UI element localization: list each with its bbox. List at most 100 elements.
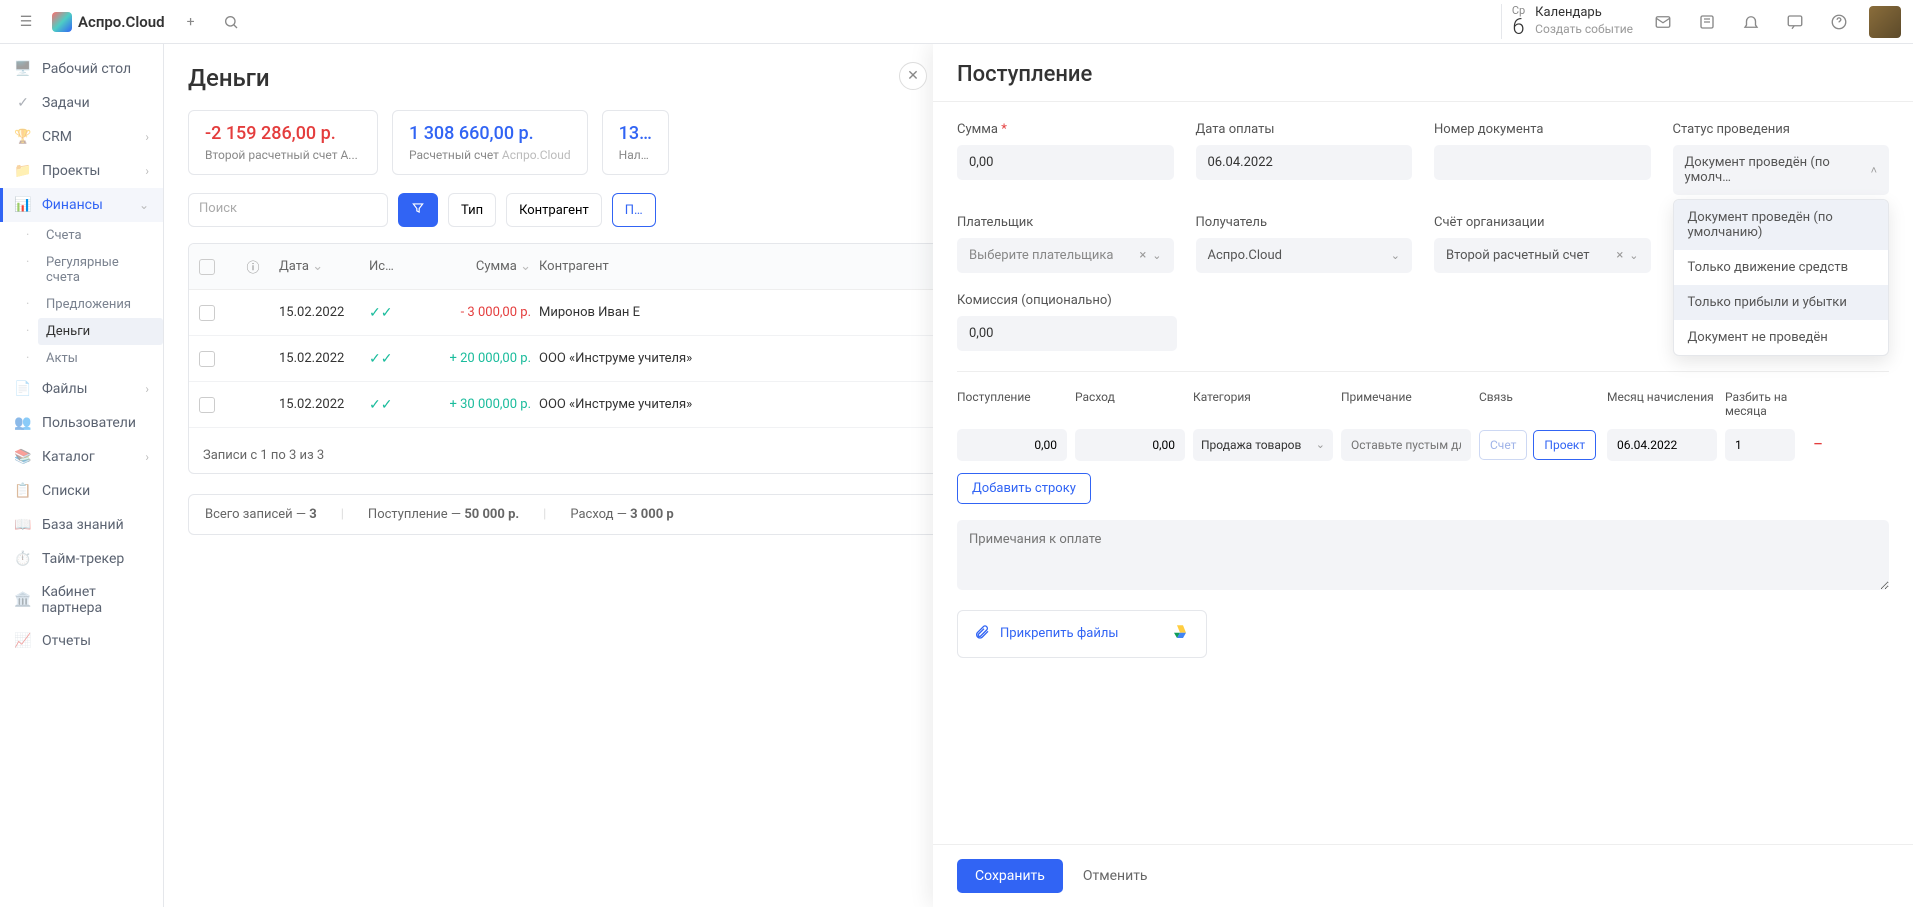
calendar-title: Календарь: [1535, 5, 1633, 22]
sidebar-item-reports[interactable]: 📈Отчеты: [0, 624, 163, 658]
card-subtitle: Расчетный счет Аспро.Cloud: [409, 148, 571, 162]
topbar: ☰ Аспро.Cloud + Ср 6 Календарь Создать с…: [0, 0, 1913, 44]
status-icon: ✓✓: [369, 305, 429, 321]
split-col-accrual: Месяц начисления: [1607, 390, 1717, 419]
sidebar-item-files[interactable]: 📄Файлы›: [0, 372, 163, 406]
sidebar-item-finance[interactable]: 📊Финансы⌄: [0, 188, 163, 222]
sidebar-item-desktop[interactable]: 🖥️Рабочий стол: [0, 52, 163, 86]
add-row-button[interactable]: Добавить строку: [957, 473, 1091, 504]
plus-icon[interactable]: +: [177, 8, 205, 36]
menu-toggle-icon[interactable]: ☰: [12, 8, 40, 36]
close-icon[interactable]: ✕: [899, 62, 927, 90]
payment-date-input[interactable]: [1196, 145, 1413, 180]
calendar-subtitle: Создать событие: [1535, 22, 1633, 38]
card-subtitle: Нал…: [619, 148, 652, 162]
status-label: Статус проведения: [1673, 122, 1890, 137]
split-col-note: Примечание: [1341, 390, 1471, 419]
save-button[interactable]: Сохранить: [957, 859, 1063, 893]
dropdown-option[interactable]: Документ проведён (по умолчанию): [1674, 200, 1889, 250]
cancel-button[interactable]: Отменить: [1083, 868, 1148, 884]
balance-card[interactable]: -2 159 286,00 р. Второй расчетный счет А…: [188, 110, 378, 175]
org-account-label: Счёт организации: [1434, 215, 1651, 230]
balance-card[interactable]: 1 308 660,00 р. Расчетный счет Аспро.Clo…: [392, 110, 588, 175]
col-source[interactable]: Ис…: [369, 259, 429, 274]
chevron-down-icon: ⌄: [1391, 249, 1400, 262]
sidebar-item-tasks[interactable]: ✓Задачи: [0, 86, 163, 120]
type-filter[interactable]: Тип: [448, 193, 496, 227]
row-checkbox[interactable]: [199, 397, 215, 413]
avatar[interactable]: [1869, 6, 1901, 38]
help-icon[interactable]: [1825, 8, 1853, 36]
google-drive-icon[interactable]: [1170, 623, 1190, 645]
split-expense-input[interactable]: [1075, 429, 1185, 461]
dropdown-option[interactable]: Документ не проведён: [1674, 320, 1889, 355]
sidebar-item-timetracker[interactable]: ⏱️Тайм-трекер: [0, 542, 163, 576]
receiver-label: Получатель: [1196, 215, 1413, 230]
col-amount[interactable]: Сумма ⌄: [429, 259, 539, 274]
chevron-down-icon: ⌄: [1152, 249, 1161, 262]
org-account-select[interactable]: Второй расчетный счет ×⌄: [1434, 238, 1651, 273]
sidebar-item-lists[interactable]: 📋Списки: [0, 474, 163, 508]
clear-icon[interactable]: ×: [1616, 248, 1623, 263]
bell-icon[interactable]: [1737, 8, 1765, 36]
commission-input[interactable]: [957, 316, 1177, 351]
receiver-select[interactable]: Аспро.Cloud ⌄: [1196, 238, 1413, 273]
sidebar-item-knowledge[interactable]: 📖База знаний: [0, 508, 163, 542]
sidebar-subitem-money[interactable]: Деньги: [38, 318, 163, 345]
chevron-right-icon: ›: [145, 164, 149, 178]
split-accrual-input[interactable]: [1607, 429, 1717, 461]
split-category-select[interactable]: Продажа товаров⌄: [1193, 429, 1333, 461]
status-dropdown: Документ проведён (по умолчанию) Только …: [1673, 199, 1890, 356]
sidebar-subitem-acts[interactable]: Акты: [38, 345, 163, 372]
link-invoice-button[interactable]: Счет: [1479, 430, 1527, 460]
sidebar-item-projects[interactable]: 📁Проекты›: [0, 154, 163, 188]
col-date[interactable]: Дата ⌄: [279, 259, 369, 274]
dropdown-option[interactable]: Только движение средств: [1674, 250, 1889, 285]
chat-icon[interactable]: [1781, 8, 1809, 36]
attach-files[interactable]: Прикрепить файлы: [957, 610, 1207, 658]
note-icon[interactable]: [1693, 8, 1721, 36]
row-checkbox[interactable]: [199, 305, 215, 321]
link-project-button[interactable]: Проект: [1533, 430, 1596, 460]
dropdown-option[interactable]: Только прибыли и убытки: [1674, 285, 1889, 320]
sidebar-item-partner[interactable]: 🏛️Кабинет партнера: [0, 576, 163, 624]
sidebar-item-users[interactable]: 👥Пользователи: [0, 406, 163, 440]
search-input[interactable]: Поиск: [188, 193, 388, 227]
period-filter[interactable]: П…: [612, 193, 656, 227]
col-counterparty[interactable]: Контрагент: [539, 259, 719, 274]
chevron-right-icon: ›: [145, 130, 149, 144]
sidebar-subitem-recurring[interactable]: Регулярные счета: [38, 249, 163, 291]
calendar-widget[interactable]: Ср 6 Календарь Создать событие: [1501, 4, 1633, 39]
status-select[interactable]: Документ проведён (по умолч… ˄ Документ …: [1673, 145, 1890, 195]
amount-input[interactable]: [957, 145, 1174, 180]
app-logo[interactable]: Аспро.Cloud: [52, 12, 165, 32]
counterparty-filter[interactable]: Контрагент: [506, 193, 602, 227]
status-icon: ✓✓: [369, 351, 429, 367]
card-subtitle: Второй расчетный счет А...: [205, 148, 361, 162]
select-all-checkbox[interactable]: [199, 259, 215, 275]
sidebar-subitem-invoices[interactable]: Счета: [38, 222, 163, 249]
info-icon: ⓘ: [239, 253, 267, 281]
sidebar-item-crm[interactable]: 🏆CRM›: [0, 120, 163, 154]
row-checkbox[interactable]: [199, 351, 215, 367]
payer-select[interactable]: Выберите плательщика ×⌄: [957, 238, 1174, 273]
search-icon[interactable]: [217, 8, 245, 36]
sidebar: 🖥️Рабочий стол ✓Задачи 🏆CRM› 📁Проекты› 📊…: [0, 44, 164, 907]
filter-button[interactable]: [398, 193, 438, 227]
balance-card[interactable]: 13… Нал…: [602, 110, 669, 175]
mail-icon[interactable]: [1649, 8, 1677, 36]
split-income-input[interactable]: [957, 429, 1067, 461]
app-name: Аспро.Cloud: [78, 13, 165, 31]
split-note-input[interactable]: [1341, 429, 1471, 461]
notes-textarea[interactable]: [957, 520, 1889, 590]
main-content: Деньги -2 159 286,00 р. Второй расчетный…: [164, 44, 1913, 907]
remove-row-icon[interactable]: −: [1803, 434, 1833, 455]
sidebar-item-catalog[interactable]: 📚Каталог›: [0, 440, 163, 474]
clear-icon[interactable]: ×: [1139, 248, 1146, 263]
chevron-down-icon: ⌄: [1629, 249, 1638, 262]
sidebar-subitem-offers[interactable]: Предложения: [38, 291, 163, 318]
split-col-category: Категория: [1193, 390, 1333, 419]
split-months-input[interactable]: [1725, 429, 1795, 461]
doc-number-input[interactable]: [1434, 145, 1651, 180]
status-icon: ✓✓: [369, 397, 429, 413]
